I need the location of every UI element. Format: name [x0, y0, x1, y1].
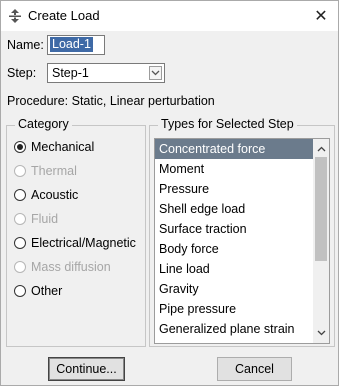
cancel-button[interactable]: Cancel: [217, 357, 292, 381]
radio-other[interactable]: Other: [14, 284, 62, 298]
radio-indicator: [14, 189, 26, 201]
radio-mechanical[interactable]: Mechanical: [14, 140, 94, 154]
list-item[interactable]: Surface traction: [155, 219, 313, 239]
category-group: Category Mechanical Thermal Acoustic Flu…: [6, 117, 146, 347]
step-value: Step-1: [52, 66, 89, 80]
procedure-text: Procedure: Static, Linear perturbation: [7, 94, 215, 108]
list-item[interactable]: Gravity: [155, 279, 313, 299]
chevron-down-icon[interactable]: [313, 325, 329, 341]
radio-fluid: Fluid: [14, 212, 58, 226]
radio-thermal: Thermal: [14, 164, 77, 178]
radio-indicator: [14, 165, 26, 177]
window-title: Create Load: [28, 8, 100, 23]
vertical-scrollbar[interactable]: [313, 139, 329, 343]
name-label: Name:: [7, 38, 44, 52]
create-load-dialog: Create Load ✕ Name: Load-1 Step: Step-1 …: [0, 0, 339, 386]
radio-indicator: [14, 285, 26, 297]
list-item[interactable]: Pressure: [155, 179, 313, 199]
list-item[interactable]: Shell edge load: [155, 199, 313, 219]
list-item[interactable]: Pipe pressure: [155, 299, 313, 319]
category-title: Category: [15, 117, 72, 131]
create-load-icon: [8, 9, 22, 23]
list-item[interactable]: Body force: [155, 239, 313, 259]
list-item[interactable]: Concentrated force: [155, 139, 313, 159]
title-bar: Create Load ✕: [1, 1, 338, 31]
chevron-down-icon[interactable]: [149, 66, 162, 80]
list-item[interactable]: Line load: [155, 259, 313, 279]
types-listbox[interactable]: Concentrated force Moment Pressure Shell…: [154, 138, 330, 344]
chevron-up-icon[interactable]: [313, 141, 329, 157]
step-label: Step:: [7, 66, 37, 80]
radio-indicator: [14, 141, 26, 153]
continue-button[interactable]: Continue...: [48, 357, 125, 381]
list-item[interactable]: Generalized plane strain: [155, 319, 313, 339]
radio-indicator: [14, 213, 26, 225]
types-title: Types for Selected Step: [158, 117, 297, 131]
radio-acoustic[interactable]: Acoustic: [14, 188, 78, 202]
close-button[interactable]: ✕: [304, 1, 338, 31]
radio-indicator: [14, 237, 26, 249]
radio-indicator: [14, 261, 26, 273]
radio-electrical-magnetic[interactable]: Electrical/Magnetic: [14, 236, 136, 250]
scrollbar-thumb[interactable]: [315, 157, 327, 261]
name-value: Load-1: [50, 37, 93, 52]
close-icon: ✕: [314, 8, 328, 25]
name-input[interactable]: Load-1: [47, 35, 105, 55]
step-combobox[interactable]: Step-1: [47, 63, 165, 83]
list-item[interactable]: Moment: [155, 159, 313, 179]
radio-mass-diffusion: Mass diffusion: [14, 260, 111, 274]
